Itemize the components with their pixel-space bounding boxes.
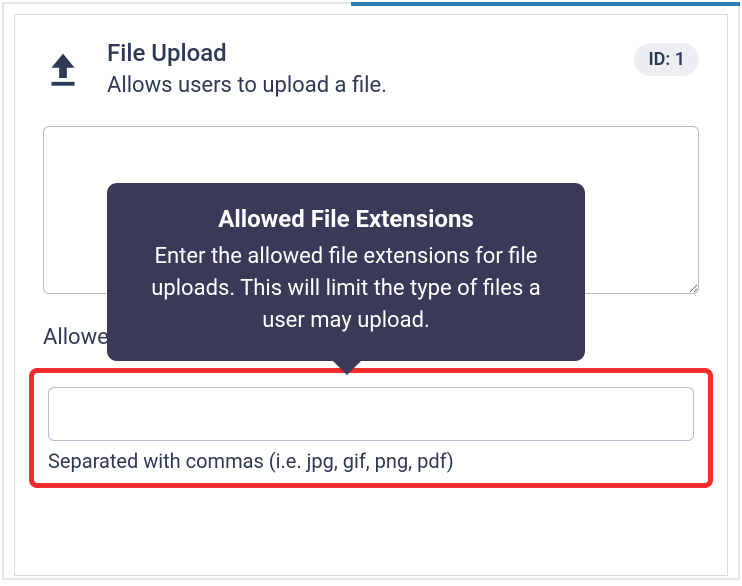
extensions-input[interactable] bbox=[48, 387, 694, 441]
field-header: File Upload Allows users to upload a fil… bbox=[43, 39, 699, 98]
tooltip-body: Enter the allowed file extensions for fi… bbox=[135, 241, 557, 337]
active-tab-indicator bbox=[351, 2, 740, 6]
field-title: File Upload bbox=[107, 39, 610, 67]
field-settings-card: File Upload Allows users to upload a fil… bbox=[14, 14, 728, 576]
extensions-helper-text: Separated with commas (i.e. jpg, gif, pn… bbox=[48, 449, 694, 473]
field-description: Allows users to upload a file. bbox=[107, 73, 610, 98]
settings-panel: File Upload Allows users to upload a fil… bbox=[2, 2, 740, 580]
help-tooltip: Allowed File Extensions Enter the allowe… bbox=[107, 183, 585, 361]
field-id-badge: ID: 1 bbox=[634, 43, 699, 76]
tooltip-arrow-icon bbox=[333, 361, 361, 375]
tooltip-title: Allowed File Extensions bbox=[135, 205, 557, 233]
field-header-text: File Upload Allows users to upload a fil… bbox=[107, 39, 610, 98]
upload-icon bbox=[43, 51, 83, 87]
extensions-highlight-box: Separated with commas (i.e. jpg, gif, pn… bbox=[29, 368, 713, 488]
